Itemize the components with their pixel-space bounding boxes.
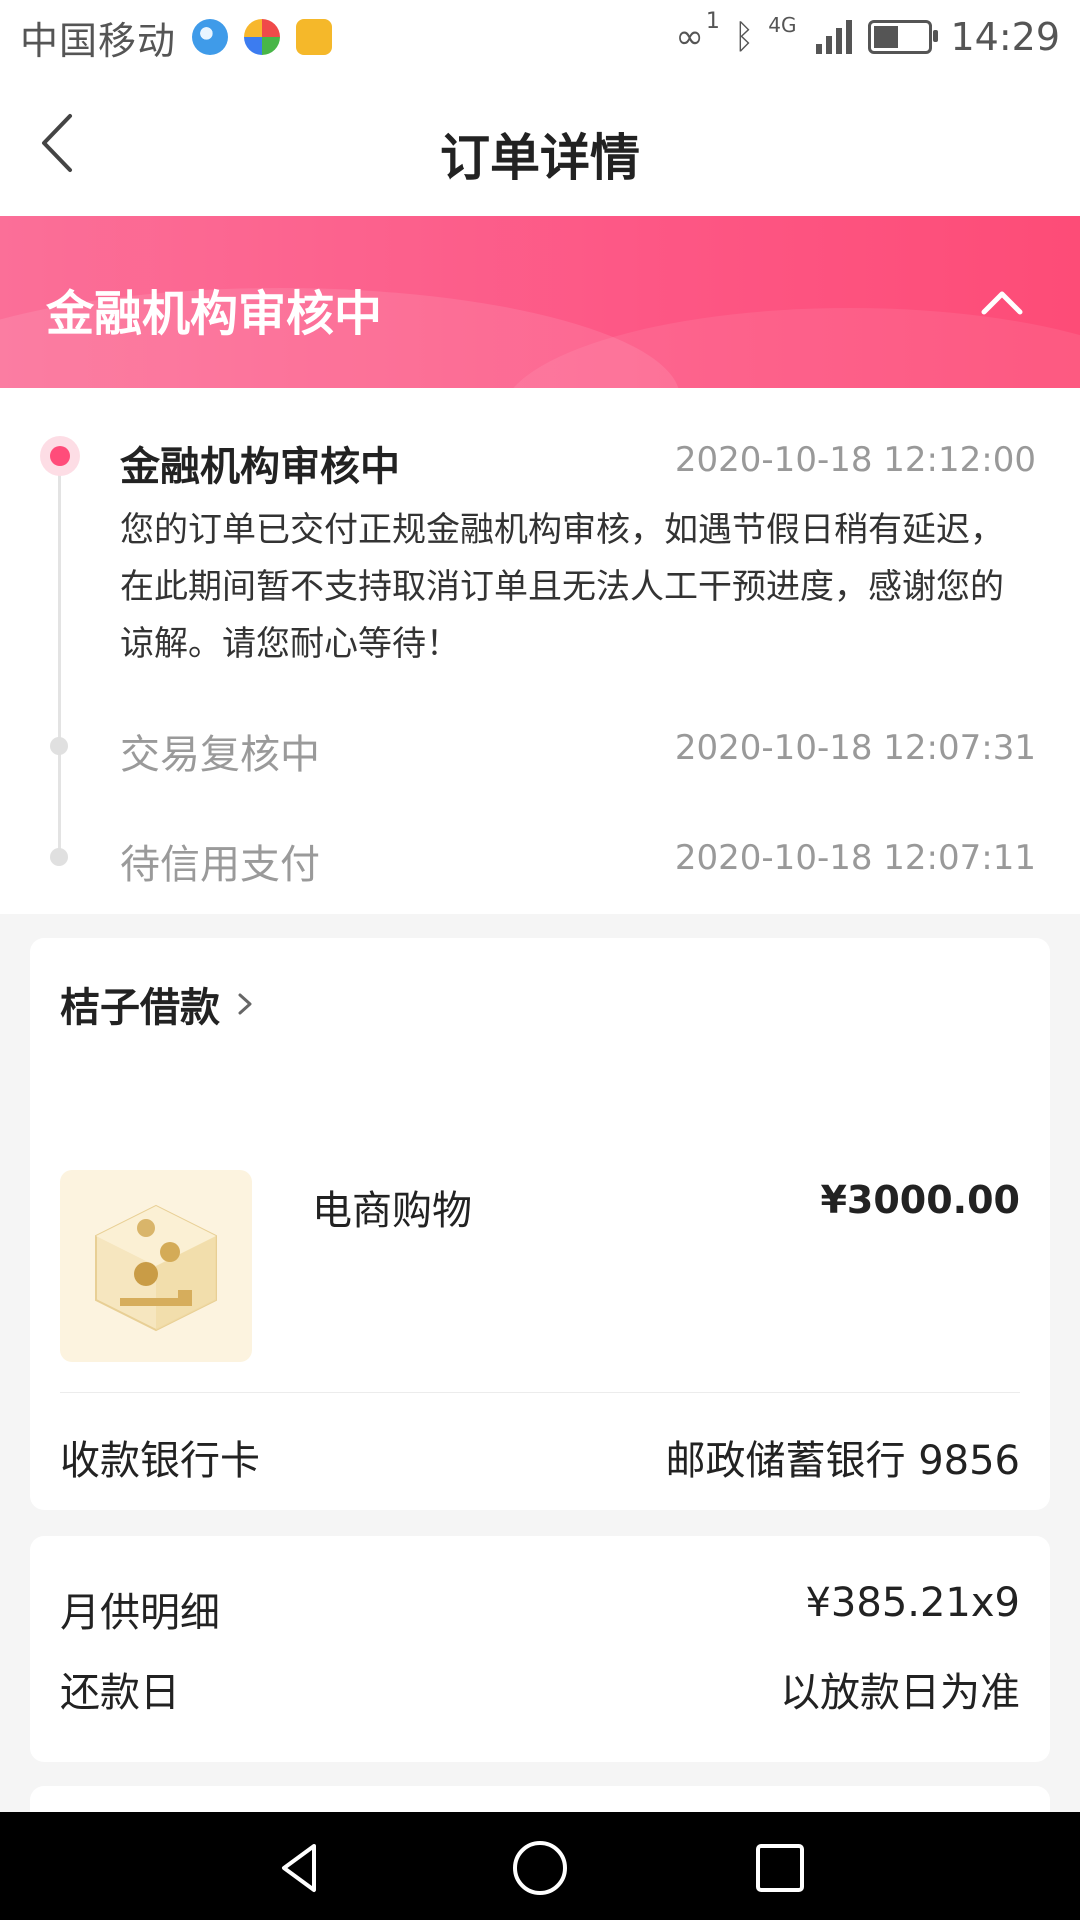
battery-icon [868,20,939,54]
signal-icon [812,20,853,54]
repayment-card: 月供明细 ¥385.21x9 还款日 以放款日为准 [30,1536,1050,1762]
bluetooth-icon: ᛒ [733,17,755,57]
nav-recent-button[interactable] [750,1838,810,1898]
bank-card-label: 收款银行卡 [60,1438,260,1484]
divider [60,1392,1020,1393]
lender-name: 桔子借款 [60,985,220,1031]
collapse-toggle[interactable] [976,276,1028,328]
order-timeline: 金融机构审核中 2020-10-18 12:12:00 您的订单已交付正规金融机… [0,388,1080,914]
circle-home-icon [513,1841,567,1895]
repayment-day-label: 还款日 [60,1670,180,1716]
timeline-dot-active [40,436,80,476]
hd-call-icon: ∞ [675,17,704,57]
bank-card-value: 邮政储蓄银行 9856 [665,1438,1020,1484]
product-name: 电商购物 [312,1188,472,1234]
product-thumbnail [60,1170,252,1362]
timeline-step-time: 2020-10-18 12:07:11 [674,838,1036,878]
timeline-step-title: 交易复核中 [120,732,320,778]
hd-call-count: 1 [705,8,720,34]
triangle-back-icon [282,1844,316,1892]
monthly-payment-value: ¥385.21x9 [805,1580,1020,1626]
chevron-up-icon [981,291,1023,315]
status-bar: 中国移动 ∞ 1 ᛒ 4G 14:29 [0,0,1080,74]
lender-link[interactable]: 桔子借款 [60,974,260,1034]
repayment-day-value: 以放款日为准 [780,1670,1020,1716]
carrier-name: 中国移动 [20,18,177,63]
chevron-right-icon [238,993,252,1015]
square-recent-icon [756,1844,804,1892]
system-nav-bar [0,1812,1080,1920]
status-banner[interactable]: 金融机构审核中 [0,216,1080,388]
colorful-app-icon [244,19,281,55]
clock: 14:29 [950,15,1060,59]
timeline-line [58,458,61,858]
app-header: 订单详情 [0,74,1080,216]
coin-box-icon [95,1204,217,1332]
banner-status-title: 金融机构审核中 [46,286,383,342]
nav-back-button[interactable] [270,1838,330,1898]
browser-app-icon [192,19,229,55]
timeline-step-time: 2020-10-18 12:12:00 [674,440,1036,480]
timeline-dot [50,737,68,755]
shopping-app-icon [296,19,333,55]
monthly-payment-label: 月供明细 [60,1590,220,1636]
timeline-dot [50,848,68,866]
nav-home-button[interactable] [510,1838,570,1898]
page-title: 订单详情 [440,129,640,187]
timeline-step-description: 您的订单已交付正规金融机构审核，如遇节假日稍有延迟，在此期间暂不支持取消订单且无… [120,510,1004,664]
timeline-step-title: 待信用支付 [120,842,320,888]
timeline-step-title: 金融机构审核中 [120,444,400,490]
order-card: 桔子借款 电商购物 ¥3000.00 收款银行卡 邮政储蓄银行 9856 [30,938,1050,1510]
timeline-step-time: 2020-10-18 12:07:31 [674,728,1036,768]
product-price: ¥3000.00 [820,1178,1020,1222]
network-type: 4G [768,13,797,37]
